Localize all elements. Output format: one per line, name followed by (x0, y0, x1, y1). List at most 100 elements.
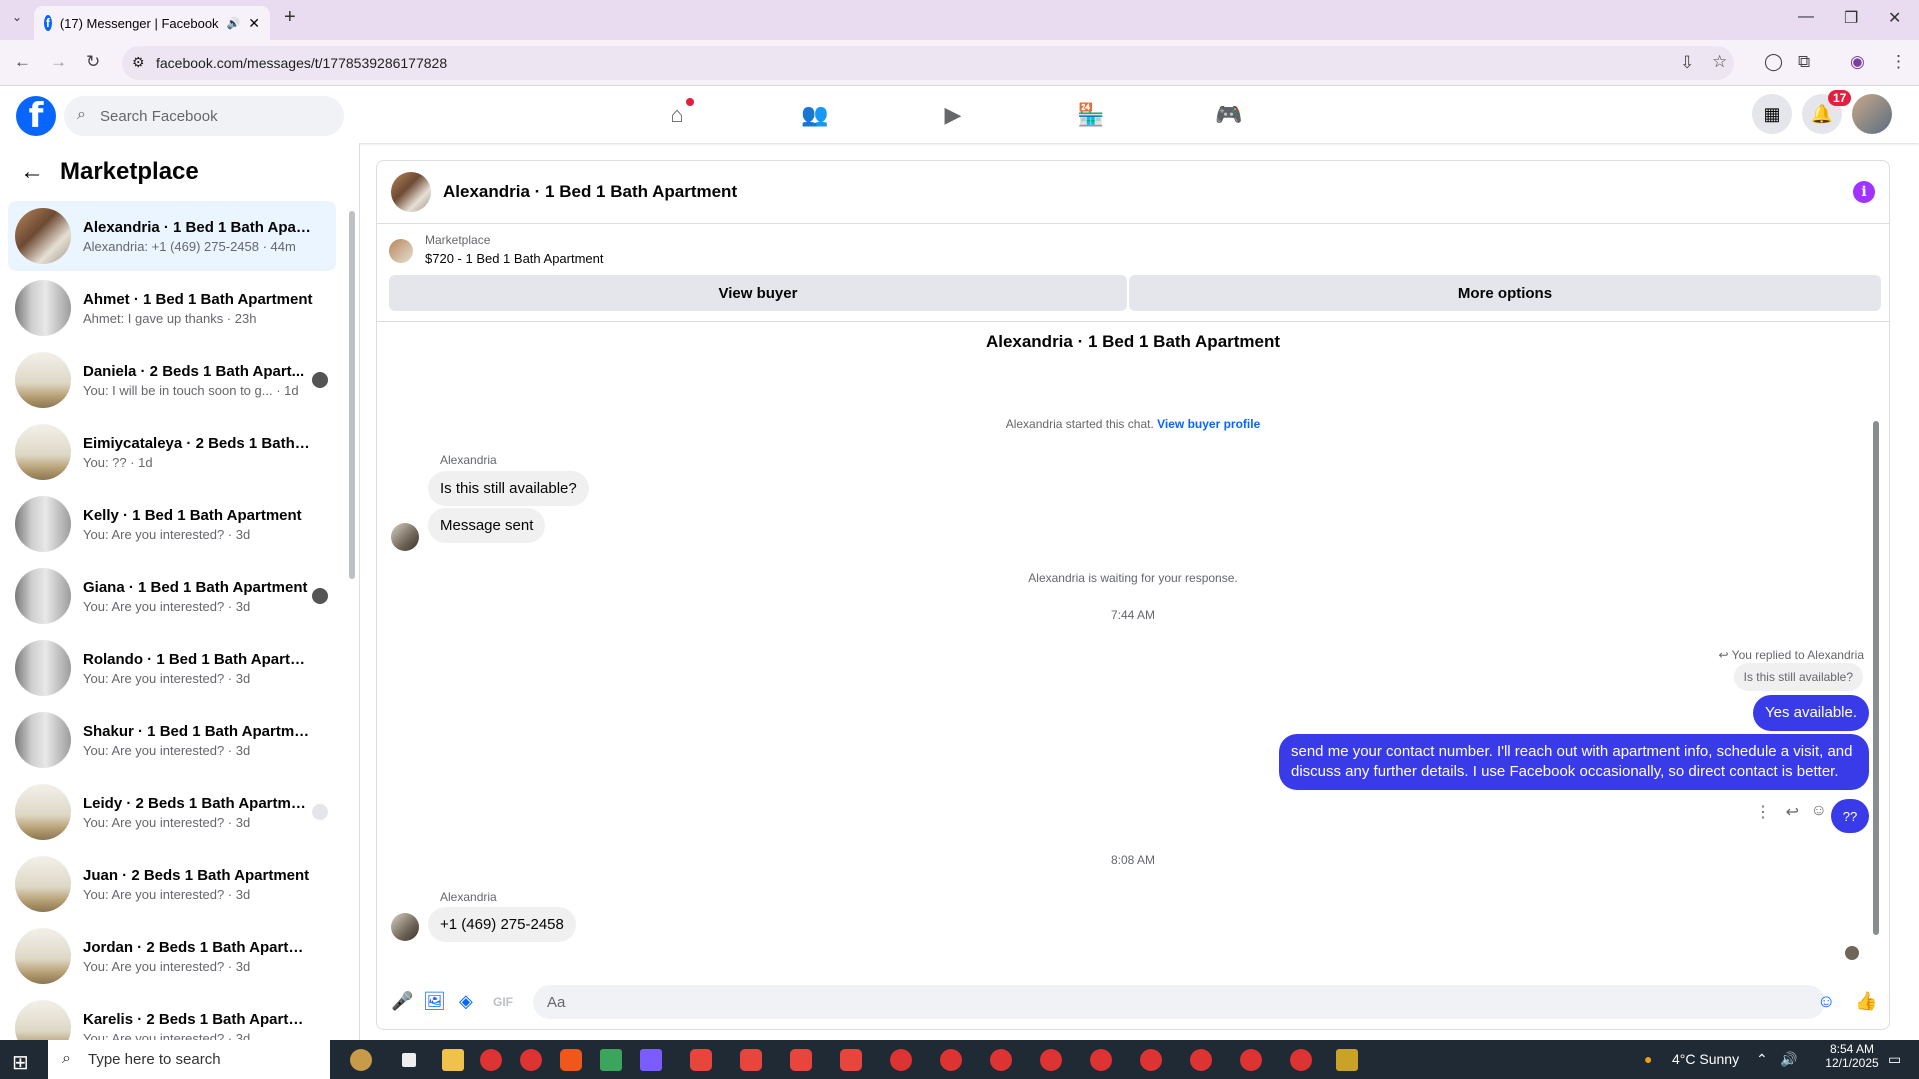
windows-start-icon[interactable]: ⊞ (12, 1050, 29, 1075)
incoming-message[interactable]: Is this still available? (428, 471, 589, 506)
react-icon[interactable]: ☺ (1811, 802, 1827, 820)
clock[interactable]: 8:54 AM 12/1/2025 (1812, 1042, 1892, 1070)
conversation-item[interactable]: Karelis · 2 Beds 1 Bath Apartment You: Ar… (8, 993, 336, 1040)
like-icon[interactable]: 👍 (1855, 991, 1877, 1012)
close-tab-icon[interactable]: ✕ (248, 15, 260, 32)
notification-center-icon[interactable]: ▭ (1888, 1051, 1901, 1068)
quoted-message[interactable]: Is this still available? (1733, 663, 1863, 691)
view-buyer-profile-link[interactable]: View buyer profile (1157, 417, 1260, 431)
listing-thumbnail[interactable] (389, 239, 413, 263)
more-options-button[interactable]: More options (1129, 275, 1881, 311)
message-input[interactable]: Aa (533, 985, 1825, 1019)
browser-menu-icon[interactable]: ⋮ (1890, 52, 1907, 72)
chat-scrollbar[interactable] (1873, 421, 1879, 935)
incoming-message[interactable]: Message sent (428, 508, 546, 543)
reload-icon[interactable]: ↻ (86, 52, 100, 72)
back-icon[interactable]: ← (14, 52, 31, 72)
menu-grid-icon[interactable]: ▦ (1752, 94, 1792, 134)
conversation-item[interactable]: Kelly · 1 Bed 1 Bath Apartment You: Are y… (8, 489, 336, 559)
tray-chevron-icon[interactable]: ⌃ (1756, 1051, 1768, 1068)
conversation-item[interactable]: Rolando · 1 Bed 1 Bath Apartment You: Are… (8, 633, 336, 703)
browser-tab[interactable]: f (17) Messenger | Facebook 🔊 ✕ (34, 6, 270, 40)
tab-search-icon[interactable]: ⌄ (12, 10, 22, 24)
speaker-icon: 🔊 (226, 17, 241, 30)
search-input[interactable]: ⌕ Search Facebook (64, 96, 344, 136)
chrome-icon[interactable] (1090, 1049, 1112, 1071)
conversation-item[interactable]: Giana · 1 Bed 1 Bath Apartment You: Are y… (8, 561, 336, 631)
conversation-item[interactable]: Daniela · 2 Beds 1 Bath Apart... You: I w… (8, 345, 336, 415)
outgoing-message[interactable]: Yes available. (1752, 695, 1869, 731)
brave-icon[interactable] (790, 1049, 812, 1071)
install-icon[interactable]: ⇩ (1680, 53, 1694, 73)
brave-icon[interactable] (840, 1049, 862, 1071)
chrome-icon[interactable] (890, 1049, 912, 1071)
conversation-item[interactable]: Leidy · 2 Beds 1 Bath Apartment You: Are … (8, 777, 336, 847)
chrome-icon[interactable] (520, 1049, 542, 1071)
bookmark-star-icon[interactable]: ☆ (1712, 52, 1727, 72)
brave-icon[interactable] (740, 1049, 762, 1071)
microphone-icon[interactable]: 🎤 (391, 991, 413, 1012)
conversation-item[interactable]: Alexandria · 1 Bed 1 Bath Apart... Alexan… (8, 201, 336, 271)
minimize-icon[interactable]: — (1798, 8, 1814, 26)
extension-circle-icon[interactable]: ◯ (1764, 52, 1783, 72)
spreadsheet-icon[interactable] (600, 1049, 622, 1071)
chrome-icon[interactable] (1290, 1049, 1312, 1071)
account-avatar[interactable] (1852, 94, 1892, 134)
chrome-icon[interactable] (990, 1049, 1012, 1071)
task-view-icon[interactable] (402, 1053, 416, 1067)
outgoing-message[interactable]: ?? (1831, 799, 1869, 833)
back-arrow-icon[interactable]: ← (20, 158, 44, 186)
close-window-icon[interactable]: ✕ (1888, 8, 1901, 28)
url-field[interactable]: ⚙ facebook.com/messages/t/17785392861778… (122, 46, 1734, 80)
profile-icon[interactable]: ◉ (1850, 52, 1865, 72)
sidebar-scrollbar[interactable] (349, 211, 355, 579)
vpn-icon[interactable] (640, 1049, 662, 1071)
home-icon[interactable]: ⌂ (662, 98, 694, 130)
chat-avatar[interactable] (391, 172, 431, 212)
conversation-item[interactable]: Shakur · 1 Bed 1 Bath Apartment You: Are … (8, 705, 336, 775)
chrome-icon[interactable] (480, 1049, 502, 1071)
chrome-icon[interactable] (1040, 1049, 1062, 1071)
conversation-item[interactable]: Eimiycataleya · 2 Beds 1 Bath Ap... You: … (8, 417, 336, 487)
search-placeholder: Search Facebook (100, 107, 218, 125)
info-icon[interactable]: i (1853, 181, 1875, 203)
chrome-icon[interactable] (940, 1049, 962, 1071)
outgoing-message[interactable]: send me your contact number. I'll reach … (1279, 734, 1869, 790)
chrome-icon[interactable] (1240, 1049, 1262, 1071)
weather-text[interactable]: 4°C Sunny (1672, 1051, 1739, 1067)
sticker-icon[interactable]: ◈ (459, 991, 473, 1012)
chrome-icon[interactable] (1140, 1049, 1162, 1071)
extensions-icon[interactable]: ⧉ (1798, 52, 1810, 72)
volume-icon[interactable]: 🔊 (1780, 1051, 1797, 1068)
site-info-icon[interactable]: ⚙ (132, 54, 145, 71)
taskbar-search-input[interactable]: ⌕ Type here to search (48, 1040, 330, 1079)
view-buyer-button[interactable]: View buyer (389, 275, 1127, 311)
incoming-message[interactable]: +1 (469) 275-2458 (428, 907, 576, 942)
conversation-item[interactable]: Juan · 2 Beds 1 Bath Apartment You: Are y… (8, 849, 336, 919)
taskbar-widget-icon[interactable] (350, 1049, 372, 1071)
marketplace-icon[interactable]: 🏪 (1076, 100, 1106, 130)
app-icon[interactable] (1336, 1049, 1358, 1071)
photo-icon[interactable]: 🖼 (423, 991, 446, 1012)
conversation-item[interactable]: Ahmet · 1 Bed 1 Bath Apartment Ahmet: I g… (8, 273, 336, 343)
more-actions-icon[interactable]: ⋮ (1755, 802, 1771, 822)
gaming-icon[interactable]: 🎮 (1214, 100, 1244, 130)
new-tab-icon[interactable]: + (284, 6, 296, 29)
sender-avatar[interactable] (391, 523, 419, 551)
chat-title[interactable]: Alexandria · 1 Bed 1 Bath Apartment (443, 182, 737, 202)
emoji-icon[interactable]: ☺ (1817, 991, 1835, 1012)
brave-icon[interactable] (690, 1049, 712, 1071)
forward-icon[interactable]: → (50, 52, 67, 72)
friends-icon[interactable]: 👥 (800, 100, 830, 130)
gif-icon[interactable]: GIF (493, 995, 513, 1009)
brave-icon[interactable] (560, 1049, 582, 1071)
conversation-item[interactable]: Jordan · 2 Beds 1 Bath Apartment You: Are… (8, 921, 336, 991)
facebook-logo-icon[interactable]: f (16, 96, 56, 136)
sender-avatar[interactable] (391, 913, 419, 941)
seen-indicator (312, 372, 328, 388)
chrome-icon[interactable] (1190, 1049, 1212, 1071)
video-icon[interactable]: ▶ (938, 100, 968, 130)
file-explorer-icon[interactable] (442, 1049, 464, 1071)
reply-icon[interactable]: ↩ (1786, 802, 1799, 822)
restore-icon[interactable]: ❐ (1844, 8, 1858, 28)
